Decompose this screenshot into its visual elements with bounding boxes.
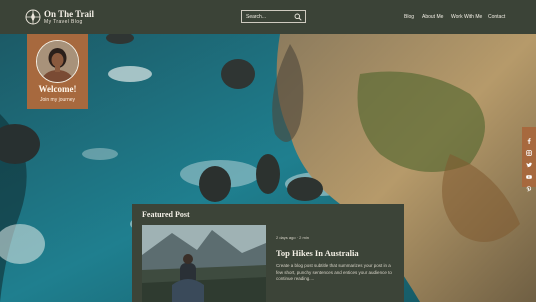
twitter-icon[interactable] xyxy=(526,155,532,168)
nav-about-me[interactable]: About Me xyxy=(422,14,443,20)
nav-contact[interactable]: Contact xyxy=(488,14,505,20)
welcome-subtitle[interactable]: Join my journey xyxy=(27,97,88,103)
search-placeholder: Search... xyxy=(246,14,267,20)
youtube-icon[interactable] xyxy=(526,167,532,179)
post-read-time: 2 min xyxy=(299,235,309,240)
instagram-icon[interactable] xyxy=(526,143,532,156)
social-bar xyxy=(522,127,536,192)
post-date: 2 days ago xyxy=(276,235,296,240)
search-icon[interactable] xyxy=(294,13,302,21)
site-header: On The Trail My Travel Blog Search... Bl… xyxy=(0,0,536,34)
search-input[interactable]: Search... xyxy=(241,10,306,23)
post-image[interactable] xyxy=(142,225,266,302)
welcome-card[interactable]: Welcome! Join my journey xyxy=(27,34,88,109)
welcome-title: Welcome! xyxy=(38,84,77,94)
nav-blog[interactable]: Blog xyxy=(404,14,414,20)
compass-logo-icon[interactable] xyxy=(25,9,41,25)
site-title[interactable]: On The Trail xyxy=(44,9,94,19)
pinterest-icon[interactable] xyxy=(526,179,532,192)
post-excerpt: Create a blog post subtitle that summari… xyxy=(276,263,392,281)
post-meta: 2 days ago · 2 min xyxy=(276,235,309,240)
featured-post-panel: Featured Post 2 days ago · 2 min Top Hik… xyxy=(132,204,404,302)
site-subtitle: My Travel Blog xyxy=(44,19,83,25)
avatar[interactable] xyxy=(36,40,79,83)
facebook-icon[interactable] xyxy=(526,131,532,144)
nav-work-with-me[interactable]: Work With Me xyxy=(451,14,482,20)
post-title[interactable]: Top Hikes In Australia xyxy=(276,248,359,258)
featured-heading: Featured Post xyxy=(142,210,190,219)
